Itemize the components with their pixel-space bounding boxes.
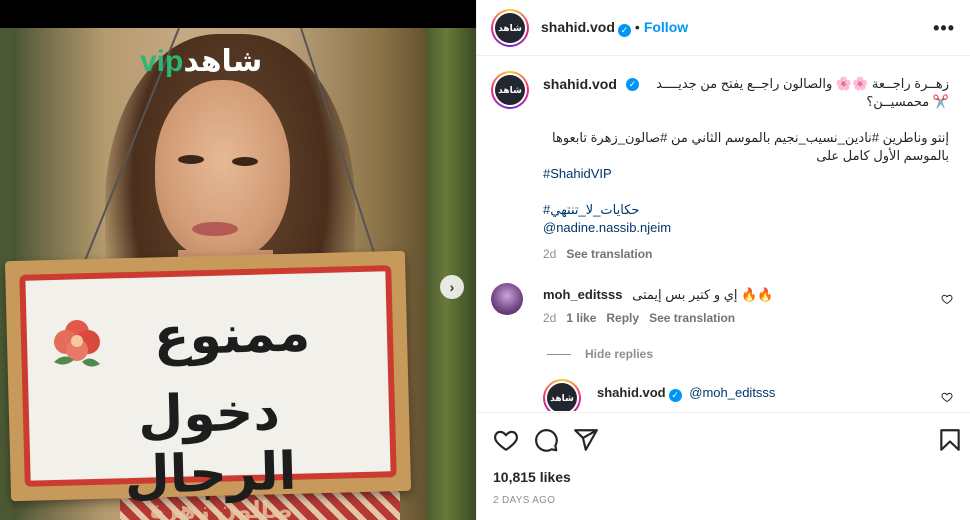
share-icon[interactable] [573,427,599,453]
divider-line [547,354,571,356]
verified-badge-icon: ✓ [626,78,639,91]
comment-text: إي و كتير بس إيمتى 🔥🔥 [632,287,774,302]
commenter-avatar[interactable] [491,283,523,315]
reply-avatar-logo: شاهد [547,383,577,411]
verified-badge-icon: ✓ [617,24,631,37]
caption-time[interactable]: 2d [543,247,556,261]
hashtag-shahidvip[interactable]: #ShahidVIP [543,166,612,181]
comment-heart-icon[interactable] [941,293,953,305]
caption-line2: إنتو وناطرين #نادين_نسيب_نجيم بالموسم ال… [543,129,949,165]
reply-author-avatar[interactable]: شاهد [543,379,581,411]
more-horizontal-icon[interactable]: ••• [933,18,955,39]
show-title-overlay: صالون زهرة [150,497,293,520]
hide-replies-button[interactable]: Hide replies [547,347,653,361]
caption-line1: زهــرة راجــعة 🌸🌸 والصالون راجــع يفتح م… [656,76,949,109]
flower-illustration-icon [54,320,100,367]
door-frame-right [426,28,476,520]
media-top-bar [0,0,476,28]
vip-logo-text: vip [140,45,184,78]
shop-sign: ممنوع دخول الرجال [4,250,412,506]
post-date[interactable]: 2 DAYS AGO [493,495,555,506]
likes-count[interactable]: 10,815 likes [493,469,571,485]
hashtag-stories[interactable]: #حكايات_لا_تنتهي [543,202,639,217]
hide-replies-label: Hide replies [585,347,654,361]
post-panel: شاهد shahid.vod ✓ • Follow ••• شاهد shahid.… [476,0,970,520]
post-header: شاهد shahid.vod ✓ • Follow ••• [477,0,970,56]
comment-time[interactable]: 2d [543,311,556,325]
comment-icon[interactable] [533,427,559,453]
caption-see-translation[interactable]: See translation [566,247,652,261]
heart-icon[interactable] [493,427,519,453]
comments-scroll-area[interactable]: شاهد shahid.vod ✓ زهــرة راجــعة 🌸🌸 والص… [477,57,970,411]
reply-username[interactable]: shahid.vod [597,385,666,400]
caption-body: shahid.vod ✓ زهــرة راجــعة 🌸🌸 والصالون … [543,75,949,263]
chevron-right-icon[interactable]: › [440,275,464,299]
mention-nadine[interactable]: @nadine.nassib.njeim [543,220,671,235]
comment-likes[interactable]: 1 like [566,311,596,325]
commenter-username[interactable]: moh_editsss [543,287,622,302]
shahid-logo-text: شاهد [183,45,263,78]
sign-text-line1: ممنوع [152,303,311,368]
author-username[interactable]: shahid.vod [541,19,615,35]
sign-text-line2: دخول الرجال [123,382,298,507]
woman-lips [192,222,238,236]
bookmark-icon[interactable] [937,427,963,453]
caption-line2-text: إنتو وناطرين #نادين_نسيب_نجيم بالموسم ال… [552,130,949,163]
sign-panel: ممنوع دخول الرجال [19,265,397,506]
comment-reply-button[interactable]: Reply [606,311,639,325]
post-media[interactable]: vipشاهد ممنوع دخول الرجال صالون زهرة › [0,0,476,520]
caption-author-avatar[interactable]: شاهد [491,71,529,109]
separator-dot: • [634,19,640,35]
reply-heart-icon[interactable] [941,391,953,403]
comment-see-translation[interactable]: See translation [649,311,735,325]
caption-avatar-logo: شاهد [495,75,525,105]
avatar-logo: شاهد [495,13,525,43]
woman-eye-right [232,157,258,166]
woman-eye-left [178,155,204,164]
shahid-vip-logo: vipشاهد [140,44,262,79]
author-avatar[interactable]: شاهد [491,9,529,47]
verified-badge-icon: ✓ [668,389,682,402]
follow-button[interactable]: Follow [644,19,688,35]
reply-mention[interactable]: @moh_editsss [689,385,775,400]
post-actions: 10,815 likes 2 DAYS AGO [477,412,970,520]
caption-username[interactable]: shahid.vod [543,75,617,93]
